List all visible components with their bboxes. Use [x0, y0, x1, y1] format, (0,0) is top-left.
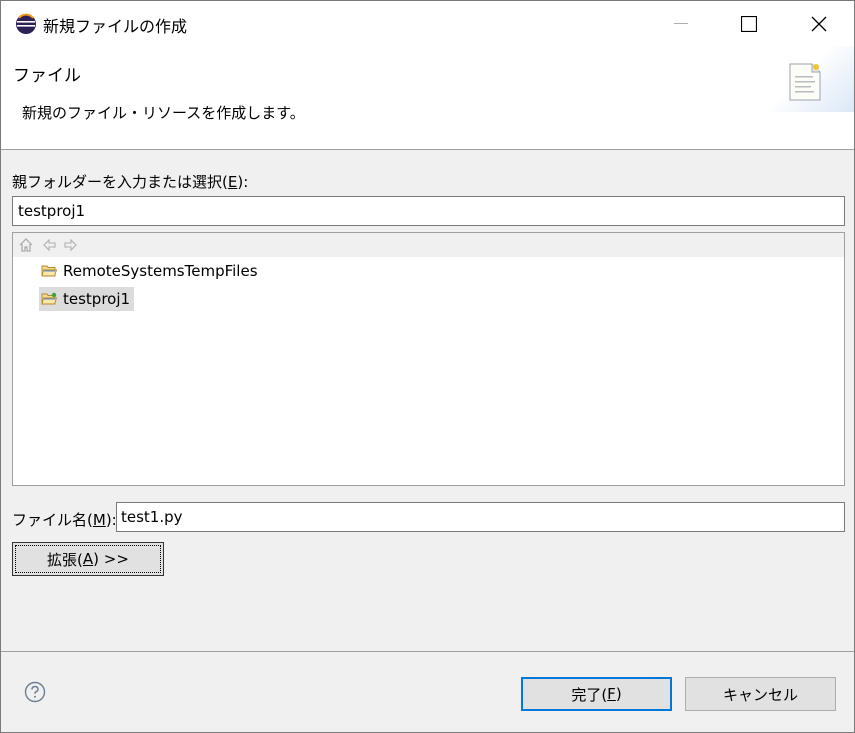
folder-tree[interactable]: RemoteSystemsTempFiles testproj1: [12, 232, 845, 486]
wizard-header: ファイル 新規のファイル・リソースを作成します。: [1, 46, 854, 150]
page-title: ファイル: [13, 66, 81, 86]
tree-item-label: testproj1: [63, 290, 131, 308]
parent-folder-input[interactable]: testproj1: [12, 196, 845, 226]
title-bar: 新規ファイルの作成: [1, 1, 854, 46]
tree-item-label: RemoteSystemsTempFiles: [63, 262, 258, 280]
file-name-input[interactable]: test1.py: [116, 502, 845, 532]
cancel-button[interactable]: キャンセル: [685, 677, 836, 711]
close-button[interactable]: [784, 1, 854, 46]
file-name-label: ファイル名(M):: [12, 511, 117, 529]
footer-divider: [1, 651, 854, 652]
back-arrow-icon[interactable]: [41, 237, 57, 253]
tree-item-testproj1[interactable]: testproj1: [39, 287, 135, 311]
maximize-button[interactable]: [714, 1, 784, 46]
forward-arrow-icon[interactable]: [63, 237, 79, 253]
minimize-button[interactable]: [646, 1, 716, 46]
project-folder-icon: [41, 292, 57, 305]
folder-open-icon: [41, 265, 57, 277]
new-file-dialog: 新規ファイルの作成 ファイル 新規のファイル・リソースを作成します。 親フォルダ…: [0, 0, 855, 733]
tree-item-remotesystemstempfiles[interactable]: RemoteSystemsTempFiles: [39, 259, 262, 283]
help-icon[interactable]: [24, 681, 46, 703]
finish-button[interactable]: 完了(F): [521, 677, 672, 711]
parent-folder-label: 親フォルダーを入力または選択(E):: [12, 173, 249, 191]
advanced-button[interactable]: 拡張(A) >>: [12, 542, 164, 576]
new-file-wizard-icon: [789, 63, 821, 101]
page-description: 新規のファイル・リソースを作成します。: [22, 104, 305, 122]
maximize-icon: [741, 15, 757, 32]
eclipse-icon: [16, 13, 36, 34]
window-title: 新規ファイルの作成: [43, 17, 188, 36]
tree-toolbar: [13, 233, 844, 257]
minimize-icon: [674, 22, 688, 24]
home-icon[interactable]: [18, 237, 34, 253]
close-icon: [811, 16, 827, 31]
